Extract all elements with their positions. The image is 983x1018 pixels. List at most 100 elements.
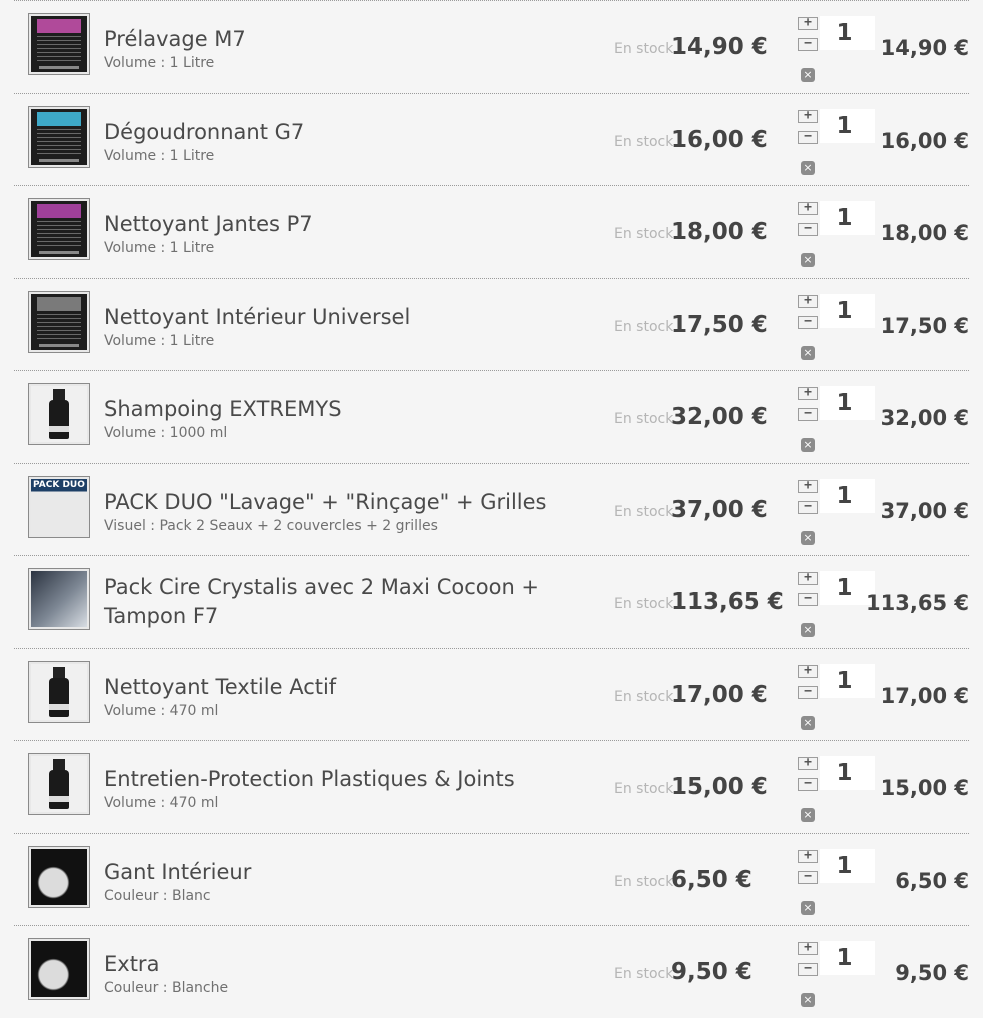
- unit-price: 32,00 €: [671, 404, 768, 430]
- label-band: [37, 19, 81, 33]
- decrease-quantity-button[interactable]: −: [798, 685, 818, 699]
- product-name[interactable]: Pack Cire Crystalis avec 2 Maxi Cocoon +…: [104, 573, 604, 631]
- product-thumbnail[interactable]: [28, 660, 90, 723]
- quantity-input[interactable]: 1: [820, 478, 875, 513]
- quantity-input[interactable]: 1: [820, 108, 875, 143]
- product-name[interactable]: Entretien-Protection Plastiques & Joints: [104, 765, 604, 794]
- increase-quantity-button[interactable]: +: [798, 16, 818, 30]
- product-thumbnail[interactable]: [28, 845, 90, 908]
- product-thumbnail[interactable]: [28, 383, 90, 445]
- remove-item-icon[interactable]: ×: [801, 530, 815, 545]
- quantity-input[interactable]: 1: [820, 386, 875, 420]
- quantity-input[interactable]: 1: [820, 201, 875, 235]
- decrease-quantity-button[interactable]: −: [798, 315, 818, 329]
- cart-row: PACK DUO PACK DUO "Lavage" + "Rinçage" +…: [14, 462, 969, 556]
- product-thumbnail[interactable]: [28, 753, 90, 815]
- quantity-input[interactable]: 1: [820, 941, 875, 975]
- unit-price: 6,50 €: [671, 866, 752, 893]
- label-text-lines: [37, 36, 81, 64]
- cart-row: Nettoyant Jantes P7 Volume : 1 Litre En …: [14, 185, 969, 278]
- unit-price: 15,00 €: [671, 774, 768, 800]
- remove-item-icon[interactable]: ×: [801, 993, 815, 1007]
- increase-quantity-button[interactable]: +: [798, 849, 818, 863]
- product-name[interactable]: Gant Intérieur: [104, 858, 604, 887]
- product-thumbnail[interactable]: [28, 198, 90, 260]
- product-name[interactable]: Dégoudronnant G7: [104, 118, 604, 147]
- quantity-input[interactable]: 1: [820, 663, 875, 698]
- remove-item-icon[interactable]: ×: [801, 715, 815, 730]
- line-total: 6,50 €: [895, 868, 969, 893]
- increase-quantity-button[interactable]: +: [798, 664, 818, 678]
- bottle-body: [49, 677, 69, 717]
- decrease-quantity-button[interactable]: −: [798, 37, 818, 51]
- decrease-quantity-button[interactable]: −: [798, 500, 818, 514]
- remove-item-icon[interactable]: ×: [801, 438, 815, 452]
- cart-row: Entretien-Protection Plastiques & Joints…: [14, 740, 969, 833]
- quantity-input[interactable]: 1: [820, 756, 875, 790]
- product-name[interactable]: Nettoyant Intérieur Universel: [104, 303, 604, 332]
- product-thumbnail[interactable]: [28, 938, 90, 1000]
- increase-quantity-button[interactable]: +: [798, 386, 818, 400]
- product-name[interactable]: Extra: [104, 950, 604, 979]
- product-name[interactable]: PACK DUO "Lavage" + "Rinçage" + Grilles: [104, 488, 604, 517]
- quantity-input[interactable]: 1: [820, 293, 875, 328]
- decrease-quantity-button[interactable]: −: [798, 407, 818, 421]
- label-band: [37, 111, 81, 126]
- remove-item-icon[interactable]: ×: [801, 808, 815, 822]
- product-image: [31, 941, 87, 997]
- product-name[interactable]: Shampoing EXTREMYS: [104, 395, 604, 424]
- quantity-input[interactable]: 1: [820, 848, 875, 883]
- unit-price: 37,00 €: [671, 496, 768, 523]
- unit-price: 113,65 €: [671, 589, 784, 615]
- increase-quantity-button[interactable]: +: [798, 941, 818, 955]
- remove-item-icon[interactable]: ×: [801, 900, 815, 915]
- remove-item-icon[interactable]: ×: [801, 160, 815, 175]
- remove-item-icon[interactable]: ×: [801, 253, 815, 267]
- label-text-lines: [37, 313, 81, 342]
- decrease-quantity-button[interactable]: −: [798, 962, 818, 976]
- decrease-quantity-button[interactable]: −: [798, 130, 818, 144]
- increase-quantity-button[interactable]: +: [798, 109, 818, 123]
- decrease-quantity-button[interactable]: −: [798, 870, 818, 884]
- increase-quantity-button[interactable]: +: [798, 294, 818, 308]
- decrease-quantity-button[interactable]: −: [798, 222, 818, 236]
- remove-item-icon[interactable]: ×: [801, 623, 815, 637]
- bottle-neck: [53, 666, 65, 679]
- product-thumbnail[interactable]: [28, 13, 90, 75]
- product-name[interactable]: Prélavage M7: [104, 25, 604, 54]
- cart-row: Shampoing EXTREMYS Volume : 1000 ml En s…: [14, 370, 969, 463]
- unit-price: 9,50 €: [671, 959, 752, 985]
- product-image: [31, 386, 87, 442]
- stock-status: En stock: [614, 503, 674, 520]
- product-variant: Volume : 1 Litre: [104, 240, 215, 256]
- decrease-quantity-button[interactable]: −: [798, 592, 818, 606]
- increase-quantity-button[interactable]: +: [798, 571, 818, 585]
- product-thumbnail[interactable]: PACK DUO: [28, 475, 90, 538]
- product-thumbnail[interactable]: [28, 105, 90, 168]
- cart-row: Dégoudronnant G7 Volume : 1 Litre En sto…: [14, 92, 969, 186]
- product-thumbnail[interactable]: [28, 568, 90, 630]
- product-variant: Couleur : Blanc: [104, 887, 211, 904]
- quantity-input[interactable]: 1: [820, 16, 875, 50]
- line-total: 37,00 €: [880, 498, 969, 523]
- decrease-quantity-button[interactable]: −: [798, 777, 818, 791]
- increase-quantity-button[interactable]: +: [798, 201, 818, 215]
- product-variant: Volume : 470 ml: [104, 795, 219, 811]
- unit-price: 14,90 €: [671, 34, 768, 60]
- product-image: PACK DUO: [31, 478, 87, 535]
- remove-item-icon[interactable]: ×: [801, 68, 815, 82]
- product-thumbnail[interactable]: [28, 290, 90, 353]
- product-variant: Visuel : Pack 2 Seaux + 2 couvercles + 2…: [104, 517, 438, 534]
- increase-quantity-button[interactable]: +: [798, 479, 818, 493]
- line-total: 9,50 €: [895, 961, 969, 985]
- remove-item-icon[interactable]: ×: [801, 345, 815, 360]
- product-name[interactable]: Nettoyant Textile Actif: [104, 673, 604, 702]
- cart-row: Nettoyant Intérieur Universel Volume : 1…: [14, 277, 969, 371]
- product-name[interactable]: Nettoyant Jantes P7: [104, 210, 604, 239]
- increase-quantity-button[interactable]: +: [798, 756, 818, 770]
- product-image: [31, 108, 87, 165]
- cart-row: Prélavage M7 Volume : 1 Litre En stock 1…: [14, 0, 969, 93]
- stock-status: En stock: [614, 966, 674, 982]
- product-image: [31, 848, 87, 905]
- line-total: 17,50 €: [880, 313, 969, 338]
